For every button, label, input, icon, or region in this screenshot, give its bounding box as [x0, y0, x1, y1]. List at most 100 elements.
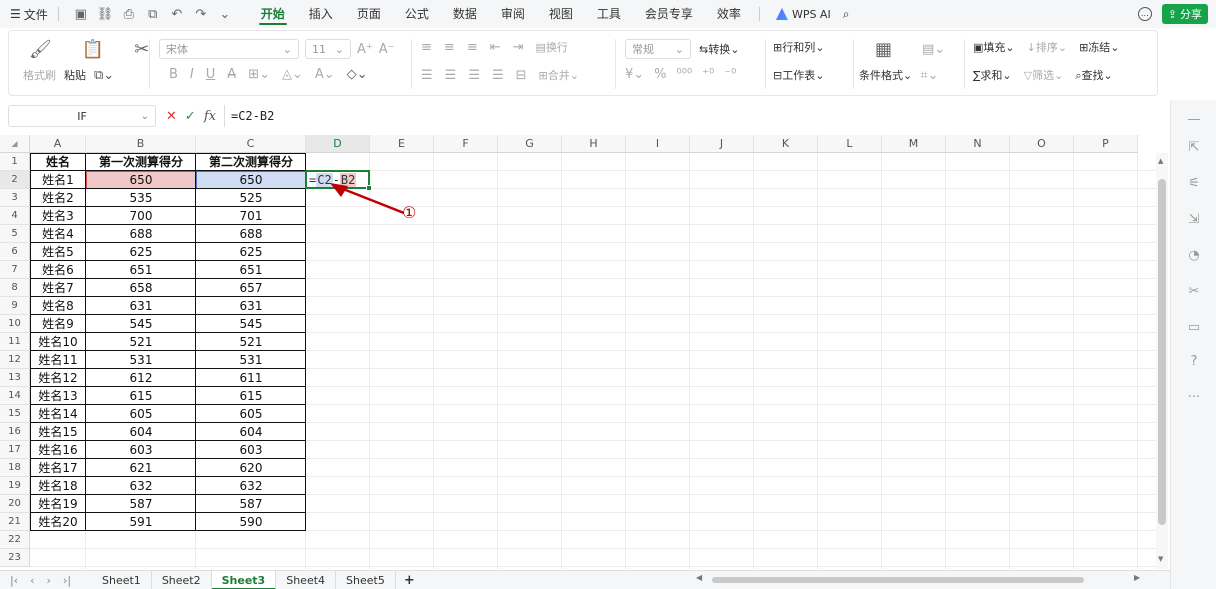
- align-top-icon[interactable]: ≡: [421, 40, 432, 55]
- table-cell[interactable]: 590: [196, 513, 306, 531]
- table-cell[interactable]: 650: [196, 171, 306, 189]
- thousands-icon[interactable]: ⁰⁰⁰: [677, 67, 693, 82]
- copy-icon[interactable]: ⧉⌄: [94, 68, 114, 83]
- table-cell[interactable]: 521: [86, 333, 196, 351]
- table-cell[interactable]: 姓名5: [30, 243, 86, 261]
- print-preview-icon[interactable]: ⧉: [145, 7, 161, 22]
- font-color-icon[interactable]: A⌄: [315, 67, 335, 82]
- merge-button[interactable]: ⊞合并⌄: [539, 67, 579, 83]
- row-header-16[interactable]: 16: [0, 423, 30, 441]
- increase-decimal-icon[interactable]: ⁺⁰: [702, 67, 714, 82]
- table-cell[interactable]: 姓名4: [30, 225, 86, 243]
- spreadsheet-grid[interactable]: ◢ A B C D E F G H I J K L M N O P 1 2 3 4 5 6 7 8 9 10 11 12 13 14 15 1…: [0, 135, 1156, 569]
- table-cell[interactable]: 587: [196, 495, 306, 513]
- strikethrough-icon[interactable]: A: [227, 67, 236, 82]
- italic-icon[interactable]: I: [190, 67, 194, 82]
- worksheet-button[interactable]: ⊟工作表⌄: [773, 67, 824, 83]
- first-sheet-icon[interactable]: |‹: [10, 574, 18, 587]
- column-header-N[interactable]: N: [946, 135, 1010, 153]
- column-header-L[interactable]: L: [818, 135, 882, 153]
- sort-button[interactable]: ↓排序⌄: [1027, 39, 1067, 55]
- chevron-down-icon[interactable]: ⌄: [141, 111, 149, 122]
- cancel-icon[interactable]: ✕: [166, 109, 177, 124]
- sheet-tab-3[interactable]: Sheet3: [211, 570, 277, 589]
- justify-icon[interactable]: ☰: [492, 68, 504, 83]
- table-cell[interactable]: 604: [196, 423, 306, 441]
- bold-icon[interactable]: B: [169, 67, 178, 82]
- sheet-tab-1[interactable]: Sheet1: [92, 570, 152, 589]
- column-header-D[interactable]: D: [306, 135, 370, 153]
- scroll-down-icon[interactable]: ▼: [1158, 555, 1163, 563]
- table-cell[interactable]: 650: [86, 171, 196, 189]
- border-icon[interactable]: ⊞⌄: [248, 67, 270, 82]
- table-cell[interactable]: 姓名15: [30, 423, 86, 441]
- conditional-format-button[interactable]: 条件格式⌄: [859, 67, 912, 83]
- row-header-21[interactable]: 21: [0, 513, 30, 531]
- table-cell[interactable]: 姓名7: [30, 279, 86, 297]
- column-header-O[interactable]: O: [1010, 135, 1074, 153]
- cut-icon[interactable]: ✂: [134, 39, 149, 60]
- column-header-A[interactable]: A: [30, 135, 86, 153]
- table-cell[interactable]: 651: [196, 261, 306, 279]
- indent-decrease-icon[interactable]: ⇤: [490, 40, 501, 55]
- table-cell[interactable]: 615: [86, 387, 196, 405]
- name-box[interactable]: IF ⌄: [8, 105, 156, 127]
- table-cell[interactable]: 604: [86, 423, 196, 441]
- align-left-icon[interactable]: ☰: [421, 68, 433, 83]
- scroll-up-icon[interactable]: ▲: [1158, 157, 1163, 165]
- last-sheet-icon[interactable]: ›|: [63, 574, 71, 587]
- conditional-format-icon[interactable]: ▦: [875, 39, 892, 60]
- table-cell[interactable]: 651: [86, 261, 196, 279]
- add-sheet-button[interactable]: +: [396, 573, 423, 588]
- number-format-select[interactable]: 常规 ⌄: [625, 39, 691, 59]
- column-header-B[interactable]: B: [86, 135, 196, 153]
- table-cell[interactable]: 531: [196, 351, 306, 369]
- table-cell[interactable]: 姓名9: [30, 315, 86, 333]
- file-menu[interactable]: ☰ 文件: [6, 6, 52, 23]
- column-header-K[interactable]: K: [754, 135, 818, 153]
- share-button[interactable]: ⇪ 分享: [1161, 4, 1208, 24]
- table-cell[interactable]: 姓名6: [30, 261, 86, 279]
- table-cell[interactable]: 姓名14: [30, 405, 86, 423]
- align-bottom-icon[interactable]: ≡: [467, 40, 478, 55]
- more-icon[interactable]: ···: [1185, 390, 1203, 408]
- table-cell[interactable]: 521: [196, 333, 306, 351]
- row-header-9[interactable]: 9: [0, 297, 30, 315]
- row-header-8[interactable]: 8: [0, 279, 30, 297]
- row-header-23[interactable]: 23: [0, 549, 30, 567]
- row-header-4[interactable]: 4: [0, 207, 30, 225]
- align-center-icon[interactable]: ☰: [445, 68, 457, 83]
- decrease-decimal-icon[interactable]: ⁻⁰: [724, 67, 736, 82]
- table-cell[interactable]: 591: [86, 513, 196, 531]
- scroll-left-icon[interactable]: ◀: [696, 573, 702, 582]
- tab-0[interactable]: 开始: [249, 0, 297, 28]
- row-header-3[interactable]: 3: [0, 189, 30, 207]
- collapse-icon[interactable]: —: [1185, 112, 1203, 130]
- align-middle-icon[interactable]: ≡: [444, 40, 455, 55]
- header-cell[interactable]: 第一次测算得分: [86, 153, 196, 171]
- vertical-scrollbar[interactable]: ▲ ▼: [1156, 153, 1168, 569]
- table-cell[interactable]: 姓名16: [30, 441, 86, 459]
- row-header-13[interactable]: 13: [0, 369, 30, 387]
- percent-icon[interactable]: %: [654, 67, 666, 82]
- column-header-I[interactable]: I: [626, 135, 690, 153]
- fill-button[interactable]: ▣填充⌄: [973, 39, 1015, 55]
- vertical-scroll-thumb[interactable]: [1158, 179, 1166, 525]
- column-header-H[interactable]: H: [562, 135, 626, 153]
- tab-4[interactable]: 数据: [441, 0, 489, 28]
- row-header-19[interactable]: 19: [0, 477, 30, 495]
- more-dropdown-icon[interactable]: ⌄: [217, 7, 233, 22]
- table-cell[interactable]: 525: [196, 189, 306, 207]
- column-header-C[interactable]: C: [196, 135, 306, 153]
- tab-1[interactable]: 插入: [297, 0, 345, 28]
- row-header-6[interactable]: 6: [0, 243, 30, 261]
- row-header-15[interactable]: 15: [0, 405, 30, 423]
- header-cell[interactable]: 姓名: [30, 153, 86, 171]
- table-cell[interactable]: 姓名8: [30, 297, 86, 315]
- fill-color-icon[interactable]: ◬⌄: [282, 67, 303, 82]
- chart-icon[interactable]: ◔: [1185, 248, 1203, 266]
- sheet-tab-5[interactable]: Sheet5: [336, 570, 396, 589]
- sheet-tab-4[interactable]: Sheet4: [276, 570, 337, 589]
- table-cell[interactable]: 612: [86, 369, 196, 387]
- export-icon[interactable]: ⇲: [1185, 212, 1203, 230]
